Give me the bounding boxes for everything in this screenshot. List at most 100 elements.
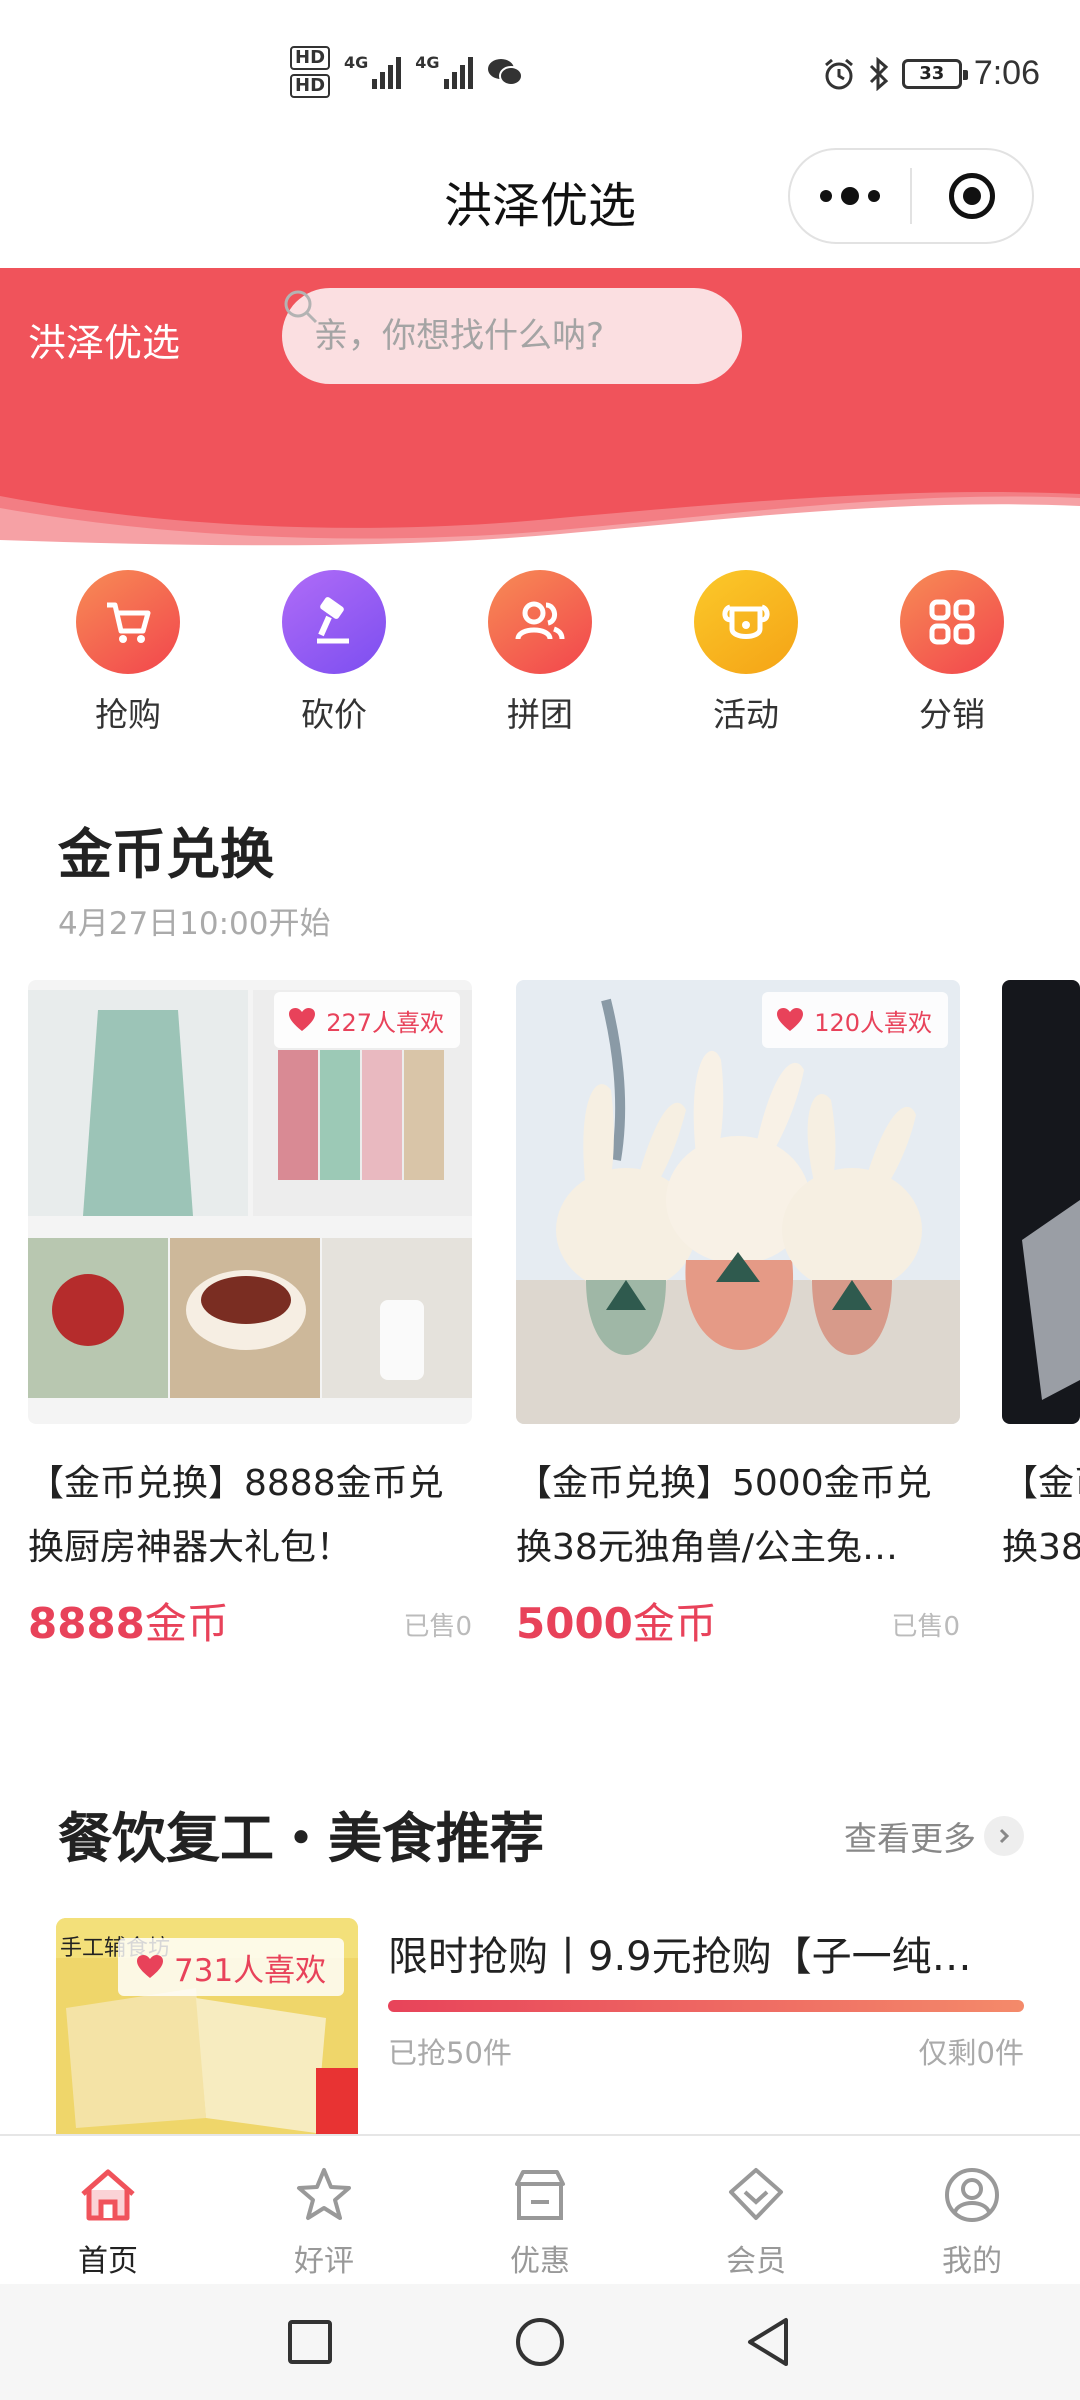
signal-icon: 4G — [344, 53, 402, 89]
heart-icon — [777, 1008, 804, 1031]
battery-icon: 33 — [901, 58, 968, 89]
tab-member[interactable]: 会员 — [648, 2136, 864, 2284]
search-bar[interactable] — [282, 288, 742, 384]
clock: 7:06 — [973, 54, 1040, 92]
like-badge: 731人喜欢 — [118, 1938, 345, 1996]
status-right: 33 7:06 — [822, 54, 1040, 93]
tab-profile[interactable]: 我的 — [864, 2136, 1080, 2284]
section-title-food: 餐饮复工・美食推荐 — [58, 1807, 544, 1870]
hd-icon: HD HD — [290, 46, 331, 98]
like-count: 731人喜欢 — [174, 1952, 327, 1989]
category-qianggou[interactable]: 抢购 — [48, 570, 208, 736]
sold-count: 已售0 — [403, 1612, 472, 1642]
product-image: 227人喜欢 — [28, 980, 472, 1424]
more-dots-icon — [820, 187, 880, 205]
heart-icon — [137, 1955, 163, 1978]
signal-icon-2: 4G — [415, 55, 473, 89]
tab-home[interactable]: 首页 — [0, 2136, 216, 2284]
category-fenxiao[interactable]: 分销 — [872, 570, 1032, 736]
like-count: 227人喜欢 — [326, 1008, 444, 1037]
remaining-count: 仅剩0件 — [918, 2036, 1024, 2070]
more-button[interactable] — [790, 150, 910, 242]
target-icon — [949, 173, 995, 219]
chevron-right-icon — [984, 1816, 1024, 1856]
back-icon[interactable] — [740, 2312, 800, 2372]
section-title-gold: 金币兑换 — [58, 823, 274, 886]
price-unit: 金币 — [144, 1599, 229, 1648]
category-label: 活动 — [713, 695, 779, 734]
status-left: HD HD 4G 4G — [290, 46, 523, 98]
close-button[interactable] — [912, 150, 1032, 242]
food-image: 手工辅食坊 731人喜欢 — [56, 1918, 358, 2138]
mini-program-capsule — [788, 148, 1034, 244]
tab-label: 我的 — [942, 2244, 1002, 2279]
tab-label: 会员 — [726, 2244, 786, 2279]
sold-count: 已售0 — [891, 1612, 960, 1642]
category-label: 抢购 — [95, 695, 161, 734]
category-huodong[interactable]: 活动 — [666, 570, 826, 736]
home-icon — [81, 2169, 135, 2221]
group-icon — [488, 570, 592, 674]
status-bar: HD HD 4G 4G 33 7:06 — [0, 0, 1080, 140]
shop-icon — [515, 2170, 565, 2220]
tab-label: 优惠 — [510, 2244, 570, 2279]
product-card-partial[interactable]: 【金币兑换】5000金币兑换38 5000金币 — [1002, 980, 1080, 1580]
product-name: 【金币兑换】8888金币兑换厨房神器大礼包！ — [28, 1463, 444, 1568]
recent-apps-icon[interactable] — [280, 2312, 340, 2372]
system-navigation-bar — [0, 2284, 1080, 2400]
search-icon — [284, 290, 318, 324]
category-label: 拼团 — [507, 695, 573, 734]
price-unit: 金币 — [632, 1599, 717, 1648]
category-pintuan[interactable]: 拼团 — [460, 570, 620, 736]
hd-label-2: HD — [290, 74, 331, 98]
price-value: 8888 — [28, 1599, 145, 1648]
diamond-icon — [729, 2168, 783, 2220]
category-label: 分销 — [919, 695, 985, 734]
product-price: 8888金币 — [28, 1590, 229, 1651]
product-card[interactable]: 120人喜欢 【金币兑换】5000金币兑换38元独角兽/公主兔… 5000金币 … — [516, 980, 960, 1648]
product-price: 5000金币 — [516, 1590, 717, 1651]
tab-label: 好评 — [294, 2244, 354, 2279]
user-icon — [945, 2168, 999, 2222]
network-label-1: 4G — [344, 53, 369, 72]
tab-deals[interactable]: 优惠 — [432, 2136, 648, 2284]
cart-icon — [76, 570, 180, 674]
product-image — [1002, 980, 1080, 1424]
alarm-icon — [824, 58, 853, 89]
flash-sale-title: 限时抢购丨9.9元抢购【子一纯… — [388, 1934, 972, 1980]
like-count: 120人喜欢 — [814, 1008, 932, 1037]
sale-progress-bar — [388, 2000, 1024, 2012]
heart-icon — [289, 1008, 316, 1031]
sold-count: 已抢50件 — [388, 2036, 512, 2070]
view-more-link[interactable]: 查看更多 — [844, 1812, 1024, 1860]
tab-label: 首页 — [78, 2244, 138, 2279]
product-footer: 5000金币 已售0 — [516, 1590, 960, 1651]
product-footer: 8888金币 已售0 — [28, 1590, 472, 1651]
product-name: 【金币兑换】5000金币兑换38元独角兽/公主兔… — [516, 1463, 932, 1568]
grid-icon — [900, 570, 1004, 674]
header-banner: 洪泽优选 — [0, 268, 1080, 548]
category-nav: 抢购 砍价 拼团 活动 分销 — [0, 570, 1080, 740]
title-bar: 洪泽优选 — [0, 140, 1080, 268]
bottom-tab-bar: 首页 好评 优惠 会员 我的 — [0, 2134, 1080, 2284]
brand-name: 洪泽优选 — [28, 321, 181, 365]
home-circle-icon[interactable] — [510, 2312, 570, 2372]
like-badge: 120人喜欢 — [762, 992, 948, 1048]
wechat-icon — [487, 59, 523, 86]
product-image: 120人喜欢 — [516, 980, 960, 1424]
view-more-label: 查看更多 — [844, 1819, 976, 1858]
bluetooth-icon — [869, 56, 889, 91]
section-subtitle-gold: 4月27日10:00开始 — [58, 906, 331, 942]
price-value: 5000 — [516, 1599, 633, 1648]
hd-label-1: HD — [290, 46, 331, 70]
product-card[interactable]: 227人喜欢 【金币兑换】8888金币兑换厨房神器大礼包！ 8888金币 已售0 — [28, 980, 472, 1648]
product-name: 【金币兑换】5000金币兑换38 — [1002, 1463, 1080, 1568]
category-kanjia[interactable]: 砍价 — [254, 570, 414, 736]
dog-icon — [694, 570, 798, 674]
flash-sale-card[interactable]: 手工辅食坊 731人喜欢 限时抢购丨9.9元抢购【子一纯… 已抢50件 仅剩0件 — [56, 1918, 1056, 2138]
category-label: 砍价 — [301, 695, 367, 734]
star-icon — [297, 2168, 351, 2220]
hammer-icon — [282, 570, 386, 674]
tab-reviews[interactable]: 好评 — [216, 2136, 432, 2284]
search-input[interactable] — [314, 316, 654, 356]
